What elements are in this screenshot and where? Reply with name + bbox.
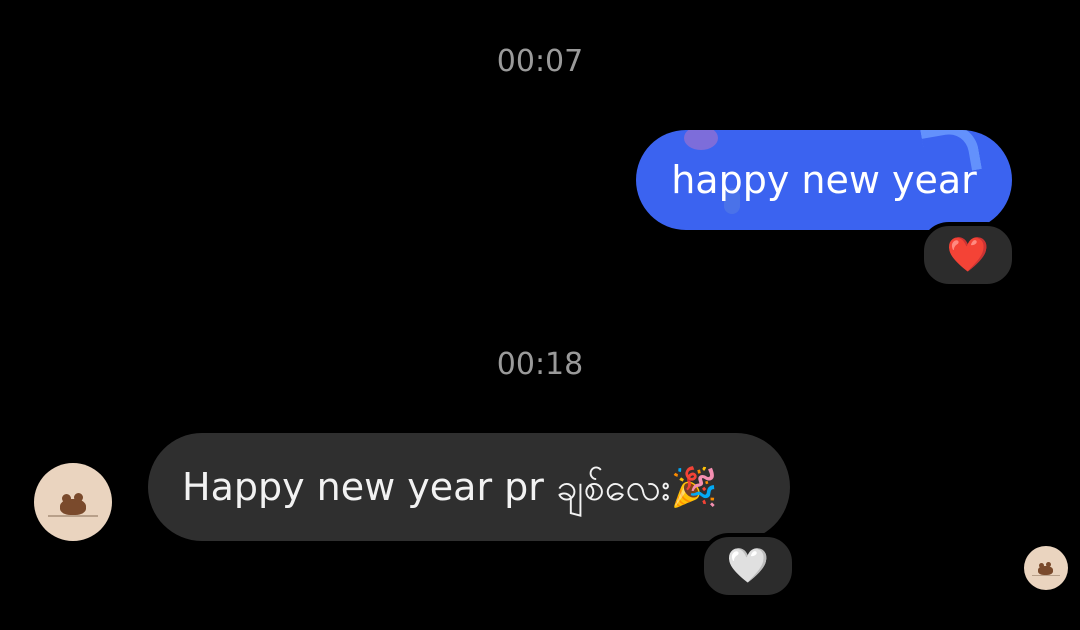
- read-receipt-avatar: [1024, 546, 1068, 590]
- sent-message-bubble[interactable]: happy new year: [636, 130, 1012, 230]
- received-message-text: Happy new year pr ချစ်လေး🎉: [182, 465, 718, 509]
- sent-message-text: happy new year: [671, 158, 977, 202]
- chat-thread: 00:07 happy new year ❤️ 00:18 Happy new …: [0, 0, 1080, 630]
- message-reaction[interactable]: 🤍: [700, 533, 796, 599]
- received-message-bubble[interactable]: Happy new year pr ချစ်လေး🎉: [148, 433, 790, 541]
- timestamp: 00:18: [496, 347, 584, 382]
- timestamp: 00:07: [496, 44, 584, 79]
- red-heart-icon: ❤️: [946, 235, 990, 275]
- bear-avatar-icon[interactable]: [34, 463, 112, 541]
- message-reaction[interactable]: ❤️: [920, 222, 1016, 288]
- white-heart-icon: 🤍: [726, 546, 770, 586]
